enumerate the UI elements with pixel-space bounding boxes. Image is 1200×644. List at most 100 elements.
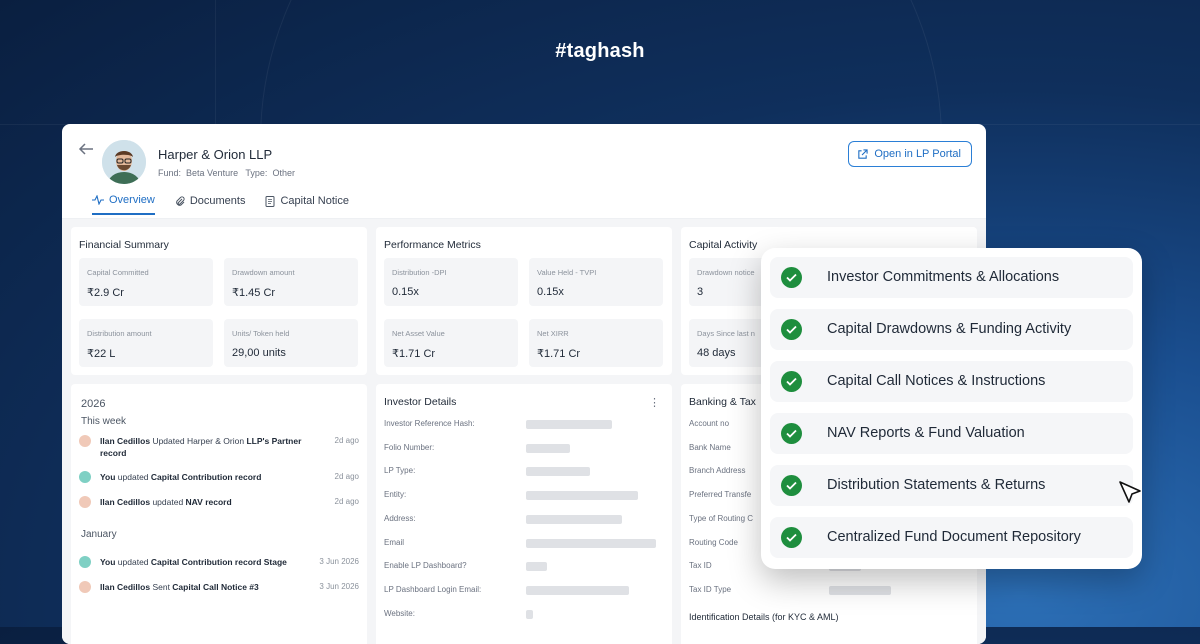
activity-user: Ilan Cedillos xyxy=(100,497,151,507)
tab-label: Overview xyxy=(109,194,155,206)
activity-target: Capital Contribution record Stage xyxy=(150,557,287,567)
activity-text: You updated Capital Contribution record xyxy=(100,471,310,483)
metric-label: Value Held - TVPI xyxy=(537,268,597,277)
avatar xyxy=(102,140,146,184)
metric-label: Capital Committed xyxy=(87,268,149,277)
activity-action: updated xyxy=(115,557,151,567)
mouse-cursor-icon xyxy=(1119,481,1141,503)
avatar xyxy=(79,435,91,447)
checklist-label: Distribution Statements & Returns xyxy=(827,477,1046,493)
paperclip-icon xyxy=(176,195,185,206)
field-label: Tax ID Type xyxy=(689,584,732,594)
checklist-label: Capital Call Notices & Instructions xyxy=(827,373,1046,389)
field-label: Investor Reference Hash: xyxy=(384,419,475,428)
field-label: Type of Routing C xyxy=(689,513,754,523)
field-value-placeholder xyxy=(526,609,533,619)
metric-label: Distribution -DPI xyxy=(392,268,447,277)
tab-label: Capital Notice xyxy=(280,195,349,207)
activity-target: Capital Contribution record xyxy=(150,472,262,482)
activity-text: Ilan Cedillos Sent Capital Call Notice #… xyxy=(100,581,310,593)
lp-meta: Fund: Beta Venture Type: Other xyxy=(158,168,295,178)
tab-label: Documents xyxy=(189,195,246,207)
activity-user: You xyxy=(100,557,116,567)
type-value: Other xyxy=(272,168,295,178)
metric-value: 0.15x xyxy=(392,286,419,298)
checklist-item: Centralized Fund Document Repository xyxy=(770,517,1133,558)
activity-action: updated xyxy=(150,497,186,507)
field-label: Folio Number: xyxy=(384,442,435,452)
field-value-placeholder xyxy=(526,538,656,548)
checklist-item: Capital Drawdowns & Funding Activity xyxy=(770,309,1133,350)
check-icon xyxy=(781,527,802,548)
tab-documents[interactable]: Documents xyxy=(175,194,246,215)
investor-details-panel: Investor Details ⋮ Investor Reference Ha… xyxy=(376,384,672,644)
activity-date: 3 Jun 2026 xyxy=(319,557,359,566)
metric-card: Units/ Token held 29,00 units xyxy=(224,319,358,367)
activity-action: Sent xyxy=(150,582,173,592)
field-label: LP Type: xyxy=(384,466,416,476)
field-label: Routing Code xyxy=(689,537,738,547)
tab-overview[interactable]: Overview xyxy=(92,194,155,215)
panel-title: Investor Details xyxy=(384,396,457,408)
avatar xyxy=(79,471,91,483)
panel-title: Capital Activity xyxy=(689,239,758,251)
lp-name: Harper & Orion LLP xyxy=(158,147,273,162)
timeline-section-label: This week xyxy=(81,416,127,427)
activity-date: 3 Jun 2026 xyxy=(319,582,359,591)
avatar xyxy=(79,581,91,593)
panel-title: Performance Metrics xyxy=(384,239,481,251)
feature-checklist-card: Investor Commitments & Allocations Capita… xyxy=(761,248,1142,569)
check-icon xyxy=(781,371,802,392)
metric-value: 3 xyxy=(697,286,704,298)
financial-summary-panel: Financial Summary Capital Committed ₹2.9 … xyxy=(71,227,367,375)
timeline-section-label: January xyxy=(81,529,117,540)
avatar xyxy=(79,556,91,568)
activity-user: Ilan Cedillos xyxy=(100,436,151,446)
performance-metrics-panel: Performance Metrics Distribution -DPI 0.1… xyxy=(376,227,672,375)
activity-user: Ilan Cedillos xyxy=(100,582,151,592)
metric-card: Distribution amount ₹22 L xyxy=(79,319,213,367)
activity-date: 2d ago xyxy=(334,497,359,506)
open-lp-portal-label: Open in LP Portal xyxy=(874,148,961,160)
field-value-placeholder xyxy=(526,443,570,453)
brand-logo: #taghash xyxy=(555,40,645,62)
activity-icon xyxy=(92,195,104,205)
timeline-year: 2026 xyxy=(81,398,106,410)
metric-value: ₹2.9 Cr xyxy=(87,287,124,299)
external-link-icon xyxy=(858,148,868,159)
activity-action: Updated Harper & Orion xyxy=(150,436,247,446)
checklist-item: NAV Reports & Fund Valuation xyxy=(770,413,1133,454)
field-label: Address: xyxy=(384,513,416,523)
more-vertical-icon[interactable]: ⋮ xyxy=(649,396,660,409)
metric-card: Value Held - TVPI 0.15x xyxy=(529,258,663,306)
document-icon xyxy=(265,195,275,207)
field-value-placeholder xyxy=(829,585,891,595)
check-icon xyxy=(781,475,802,496)
checklist-item: Capital Call Notices & Instructions xyxy=(770,361,1133,402)
checklist-item: Investor Commitments & Allocations xyxy=(770,257,1133,298)
metric-label: Drawdown notice xyxy=(697,268,755,277)
field-label: Enable LP Dashboard? xyxy=(384,561,467,571)
field-value-placeholder xyxy=(526,562,547,572)
avatar xyxy=(79,496,91,508)
activity-target: NAV record xyxy=(185,497,232,507)
metric-value: ₹22 L xyxy=(87,348,116,360)
field-value-placeholder xyxy=(526,514,622,524)
checklist-label: NAV Reports & Fund Valuation xyxy=(827,425,1025,441)
back-arrow-icon[interactable] xyxy=(78,142,94,156)
lp-header: Harper & Orion LLP Fund: Beta Venture Ty… xyxy=(62,124,986,219)
activity-date: 2d ago xyxy=(334,472,359,481)
metric-card: Net XIRR ₹1.71 Cr xyxy=(529,319,663,367)
metric-value: 29,00 units xyxy=(232,347,286,359)
field-label: Bank Name xyxy=(689,442,731,452)
check-icon xyxy=(781,267,802,288)
tab-capital-notice[interactable]: Capital Notice xyxy=(265,194,349,215)
checklist-label: Capital Drawdowns & Funding Activity xyxy=(827,321,1072,337)
kyc-section-title: Identification Details (for KYC & AML) xyxy=(689,612,839,622)
metric-label: Distribution amount xyxy=(87,329,152,338)
panel-title: Financial Summary xyxy=(79,239,169,251)
metric-card: Drawdown amount ₹1.45 Cr xyxy=(224,258,358,306)
open-lp-portal-button[interactable]: Open in LP Portal xyxy=(848,141,972,167)
metric-value: 48 days xyxy=(697,347,736,359)
activity-timeline-panel: 2026 This week Ilan Cedillos Updated Har… xyxy=(71,384,367,644)
